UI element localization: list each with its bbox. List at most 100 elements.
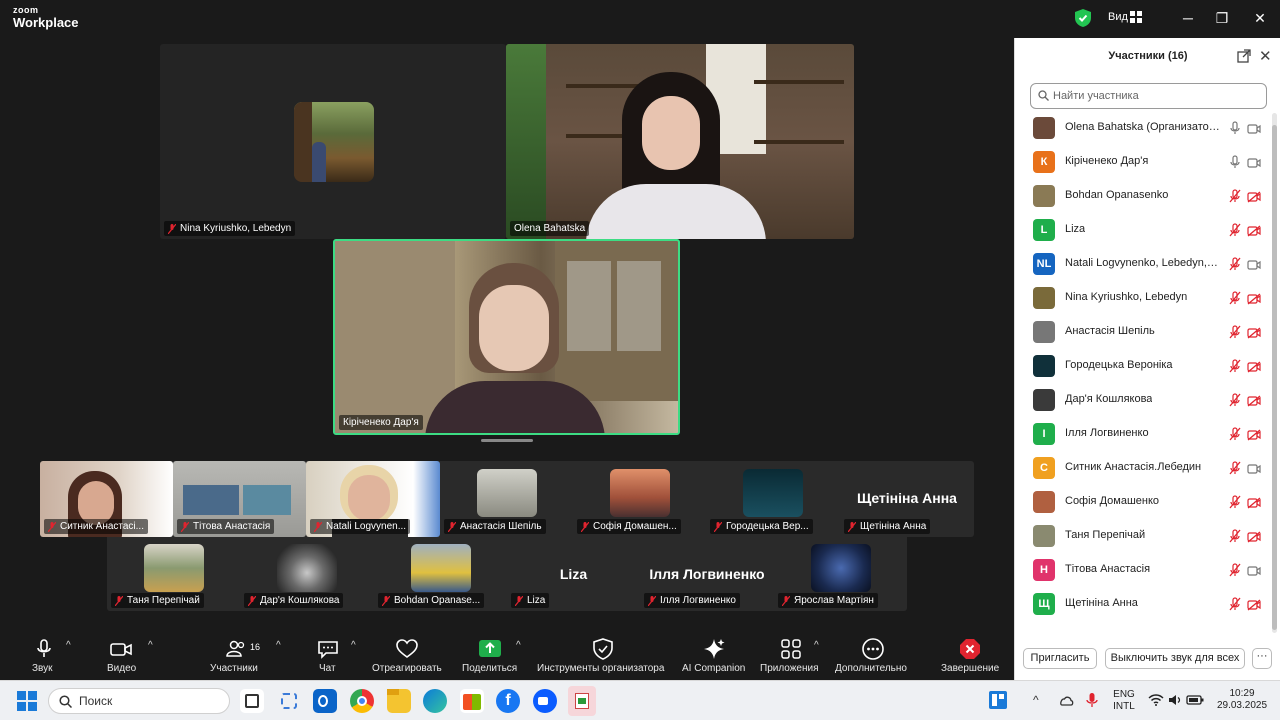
view-button[interactable]: Вид	[1108, 11, 1128, 23]
panel-scrollbar[interactable]	[1272, 113, 1277, 633]
cloud-icon[interactable]	[1058, 694, 1074, 706]
camera-off-icon[interactable]	[1247, 598, 1261, 611]
strip-tile-domashenko[interactable]: Софія Домашен...	[573, 461, 706, 537]
more-button[interactable]: Дополнительно	[834, 630, 912, 680]
camera-off-icon[interactable]	[1247, 428, 1261, 441]
participant-row[interactable]: Софія Домашенко	[1015, 485, 1271, 519]
participant-row[interactable]: Nina Kyriushko, Lebedyn	[1015, 281, 1271, 315]
video-tile-olena[interactable]: Olena Bahatska	[506, 44, 854, 239]
share-screen-button[interactable]: Поделиться	[460, 630, 520, 680]
muted-mic-icon[interactable]	[1229, 189, 1241, 203]
strip-tile-sytnyk[interactable]: Ситник Анастасі...	[40, 461, 173, 537]
camera-off-icon[interactable]	[1247, 190, 1261, 203]
participant-row[interactable]: Дар'я Кошлякова	[1015, 383, 1271, 417]
battery-icon[interactable]	[1186, 694, 1204, 706]
taskbar-search-input[interactable]: Поиск	[48, 688, 230, 714]
mute-all-button[interactable]: Выключить звук для всех	[1105, 648, 1245, 669]
microphone-icon[interactable]	[1229, 121, 1241, 135]
participant-row[interactable]: Щ Щетініна Анна	[1015, 587, 1271, 621]
strip-tile-perepichai[interactable]: Таня Перепічай	[107, 537, 240, 611]
tray-chevron-icon[interactable]: ^	[1033, 693, 1039, 707]
strip-tile-shchetinina[interactable]: Щетініна Анна Щетініна Анна	[840, 461, 974, 537]
close-panel-icon[interactable]: ✕	[1259, 47, 1272, 65]
wifi-icon[interactable]	[1148, 694, 1164, 706]
participant-row[interactable]: І Ілля Логвиненко	[1015, 417, 1271, 451]
muted-mic-icon[interactable]	[1229, 427, 1241, 441]
camera-off-icon[interactable]	[1247, 496, 1261, 509]
strip-tile-opanasenko[interactable]: Bohdan Opanase...	[374, 537, 507, 611]
muted-mic-icon[interactable]	[1229, 325, 1241, 339]
camera-off-icon[interactable]	[1247, 360, 1261, 373]
strip-tile-horodetska[interactable]: Городецька Вер...	[706, 461, 840, 537]
muted-mic-icon[interactable]	[1229, 359, 1241, 373]
popout-icon[interactable]	[1237, 49, 1251, 63]
muted-mic-icon[interactable]	[1229, 563, 1241, 577]
participant-row[interactable]: К Кіріченеко Дар'я	[1015, 145, 1271, 179]
microphone-icon[interactable]	[1229, 155, 1241, 169]
camera-off-icon[interactable]	[1247, 530, 1261, 543]
maximize-button[interactable]: ❐	[1212, 9, 1232, 27]
invite-button[interactable]: Пригласить	[1023, 648, 1097, 669]
participants-button[interactable]: 16 Участники	[208, 630, 264, 680]
muted-mic-icon[interactable]	[1229, 393, 1241, 407]
share-options-chevron-icon[interactable]: ^	[516, 640, 521, 651]
participant-row[interactable]: Bohdan Opanasenko	[1015, 179, 1271, 213]
file-explorer-icon[interactable]	[387, 689, 411, 713]
camera-off-icon[interactable]	[1247, 394, 1261, 407]
facebook-icon[interactable]: f	[496, 689, 520, 713]
active-app-icon[interactable]	[568, 686, 596, 716]
video-tile-active-speaker[interactable]: Кіріченеко Дар'я	[333, 239, 680, 435]
participant-row[interactable]: Анастасія Шепіль	[1015, 315, 1271, 349]
react-button[interactable]: Отреагировать	[370, 630, 444, 680]
audio-button[interactable]: Звук	[28, 630, 60, 680]
participant-row[interactable]: Olena Bahatska (Организатор, я)	[1015, 111, 1271, 145]
camera-icon[interactable]	[1247, 564, 1261, 576]
more-options-button[interactable]: ···	[1252, 648, 1272, 669]
camera-off-icon[interactable]	[1247, 326, 1261, 339]
outlook-icon[interactable]	[313, 689, 337, 713]
language-indicator[interactable]: ENG INTL	[1110, 689, 1138, 713]
snipping-tool-icon[interactable]	[277, 689, 301, 713]
participants-options-chevron-icon[interactable]: ^	[276, 640, 281, 651]
muted-mic-icon[interactable]	[1229, 495, 1241, 509]
participant-row[interactable]: NL Natali Logvynenko, Lebedyn, Su...	[1015, 247, 1271, 281]
minimize-button[interactable]: ─	[1178, 9, 1198, 27]
apps-options-chevron-icon[interactable]: ^	[814, 640, 819, 651]
muted-mic-icon[interactable]	[1229, 223, 1241, 237]
muted-mic-icon[interactable]	[1229, 257, 1241, 271]
ai-companion-button[interactable]: AI Companion	[680, 630, 748, 680]
muted-mic-icon[interactable]	[1229, 461, 1241, 475]
edge-icon[interactable]	[423, 689, 447, 713]
camera-icon[interactable]	[1247, 122, 1261, 134]
strip-tile-liza[interactable]: Liza Liza	[507, 537, 640, 611]
chrome-icon[interactable]	[350, 689, 374, 713]
video-options-chevron-icon[interactable]: ^	[148, 640, 153, 651]
host-tools-button[interactable]: Инструменты организатора	[536, 630, 670, 680]
camera-off-icon[interactable]	[1247, 224, 1261, 237]
strip-tile-natali[interactable]: Natali Logvynen...	[306, 461, 440, 537]
microphone-icon[interactable]	[1086, 692, 1098, 708]
resize-handle[interactable]	[481, 439, 533, 442]
muted-mic-icon[interactable]	[1229, 597, 1241, 611]
muted-mic-icon[interactable]	[1229, 291, 1241, 305]
strip-tile-lohvynenko[interactable]: Ілля Логвиненко Ілля Логвиненко	[640, 537, 774, 611]
participant-row[interactable]: L Liza	[1015, 213, 1271, 247]
strip-tile-koshliakova[interactable]: Дар'я Кошлякова	[240, 537, 374, 611]
strip-tile-shepil[interactable]: Анастасія Шепіль	[440, 461, 573, 537]
muted-mic-icon[interactable]	[1229, 529, 1241, 543]
zoom-app-icon[interactable]	[533, 689, 557, 713]
widget-icon[interactable]	[988, 690, 1008, 710]
participant-row[interactable]: С Ситник Анастасія.Лебедин	[1015, 451, 1271, 485]
strip-tile-martiian[interactable]: Ярослав Мартіян	[774, 537, 907, 611]
chat-button[interactable]: Чат	[314, 630, 342, 680]
participant-search-input[interactable]: Найти участника	[1030, 83, 1267, 109]
security-shield-icon[interactable]	[1075, 9, 1091, 27]
video-tile-nina[interactable]: Nina Kyriushko, Lebedyn	[160, 44, 506, 239]
camera-icon[interactable]	[1247, 156, 1261, 168]
apps-button[interactable]: Приложения	[758, 630, 824, 680]
camera-icon[interactable]	[1247, 462, 1261, 474]
microsoft-store-icon[interactable]	[460, 689, 484, 713]
audio-options-chevron-icon[interactable]: ^	[66, 640, 71, 651]
camera-off-icon[interactable]	[1247, 292, 1261, 305]
volume-icon[interactable]	[1168, 694, 1182, 706]
